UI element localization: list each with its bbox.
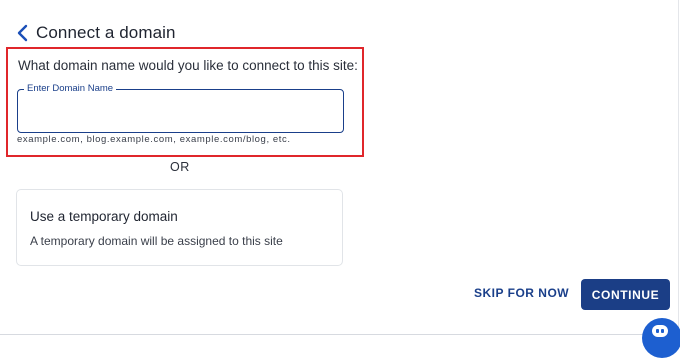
continue-button[interactable]: CONTINUE <box>581 279 670 310</box>
page-title: Connect a domain <box>36 23 176 42</box>
domain-question: What domain name would you like to conne… <box>18 58 358 73</box>
domain-form-highlight: What domain name would you like to conne… <box>6 47 364 157</box>
domain-field-label: Enter Domain Name <box>24 82 117 96</box>
temporary-domain-description: A temporary domain will be assigned to t… <box>30 234 283 248</box>
domain-input[interactable] <box>18 90 343 132</box>
temporary-domain-option[interactable]: Use a temporary domain A temporary domai… <box>16 189 343 266</box>
header: Connect a domain <box>14 21 176 45</box>
skip-button[interactable]: SKIP FOR NOW <box>474 286 569 306</box>
temporary-domain-title: Use a temporary domain <box>30 209 178 224</box>
or-separator: OR <box>170 160 190 174</box>
chat-button[interactable] <box>642 318 680 358</box>
chevron-left-icon <box>17 24 28 42</box>
chat-bubble-icon <box>652 325 668 337</box>
domain-hint: example.com, blog.example.com, example.c… <box>17 134 291 145</box>
back-button[interactable] <box>14 22 30 44</box>
domain-field[interactable]: Enter Domain Name <box>17 82 344 133</box>
